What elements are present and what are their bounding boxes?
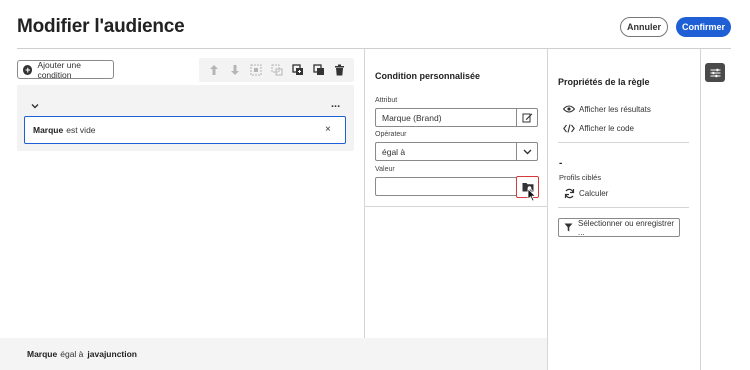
rule-builder-panel: + Ajouter une condition ... Marque est v… (0, 49, 364, 370)
operator-select[interactable]: égal à (375, 142, 538, 161)
divider (558, 207, 689, 208)
condition-text: est vide (66, 125, 96, 135)
copy-icon[interactable] (312, 63, 326, 77)
custom-condition-panel: Condition personnalisée Attribut Marque … (365, 49, 547, 338)
show-code-label: Afficher le code (579, 123, 634, 133)
rule-toolbar (199, 58, 354, 82)
duplicate-icon[interactable] (291, 63, 305, 77)
cursor-icon (527, 188, 537, 202)
select-or-save-button[interactable]: Sélectionner ou enregistrer ... (558, 218, 680, 237)
page-title: Modifier l'audience (17, 16, 185, 37)
rule-properties-panel: Propriétés de la règle Afficher les résu… (549, 49, 700, 370)
divider (558, 142, 689, 143)
code-icon (563, 123, 575, 133)
filter-icon (564, 223, 573, 232)
targeted-profiles-label: Profils ciblés (559, 173, 602, 182)
ungroup-icon[interactable] (270, 63, 284, 77)
attribute-value: Marque (Brand) (382, 112, 442, 123)
add-condition-button[interactable]: + Ajouter une condition (17, 59, 114, 80)
profile-count: - (559, 158, 563, 169)
summary-operator: égal à (60, 349, 84, 359)
divider (365, 206, 547, 207)
edit-icon[interactable] (516, 109, 537, 126)
group-icon[interactable] (249, 63, 263, 77)
cancel-button[interactable]: Annuler (620, 17, 668, 37)
operator-value: égal à (382, 146, 406, 157)
properties-title: Propriétés de la règle (558, 77, 650, 87)
show-code-button[interactable]: Afficher le code (563, 123, 634, 133)
select-or-save-label: Sélectionner ou enregistrer ... (578, 218, 675, 237)
move-down-icon[interactable] (228, 63, 242, 77)
move-up-icon[interactable] (207, 63, 221, 77)
condition-group: ... Marque est vide × (17, 85, 354, 151)
settings-sliders-icon[interactable] (705, 63, 725, 82)
header: Modifier l'audience Annuler Confirmer (0, 0, 750, 48)
eye-icon (563, 104, 575, 114)
panel-title: Condition personnalisée (375, 71, 481, 81)
confirm-button[interactable]: Confirmer (676, 17, 731, 37)
value-input[interactable] (375, 175, 539, 198)
chevron-down-icon[interactable] (516, 143, 537, 160)
add-icon: + (23, 64, 33, 75)
value-label: Valeur (375, 166, 395, 173)
condition-attribute: Marque (33, 125, 64, 135)
chevron-down-icon[interactable] (31, 97, 39, 109)
close-icon[interactable]: × (325, 124, 331, 135)
operator-label: Opérateur (375, 131, 407, 138)
add-condition-label: Ajouter une condition (37, 59, 81, 80)
delete-icon[interactable] (333, 63, 347, 77)
calculate-label: Calculer (579, 188, 609, 198)
calculate-button[interactable]: Calculer (563, 188, 608, 198)
condition-item[interactable]: Marque est vide × (24, 116, 346, 144)
attribute-field[interactable]: Marque (Brand) (375, 108, 538, 127)
attribute-label: Attribut (375, 97, 398, 104)
divider (547, 49, 548, 370)
more-options-icon[interactable]: ... (331, 98, 340, 110)
summary-value: javajunction (87, 349, 137, 359)
refresh-icon (563, 188, 575, 198)
show-results-button[interactable]: Afficher les résultats (563, 104, 651, 114)
show-results-label: Afficher les résultats (579, 104, 651, 114)
summary-attribute: Marque (27, 349, 58, 359)
divider (700, 49, 701, 370)
rule-summary-bar: Marque égal à javajunction (0, 338, 548, 370)
